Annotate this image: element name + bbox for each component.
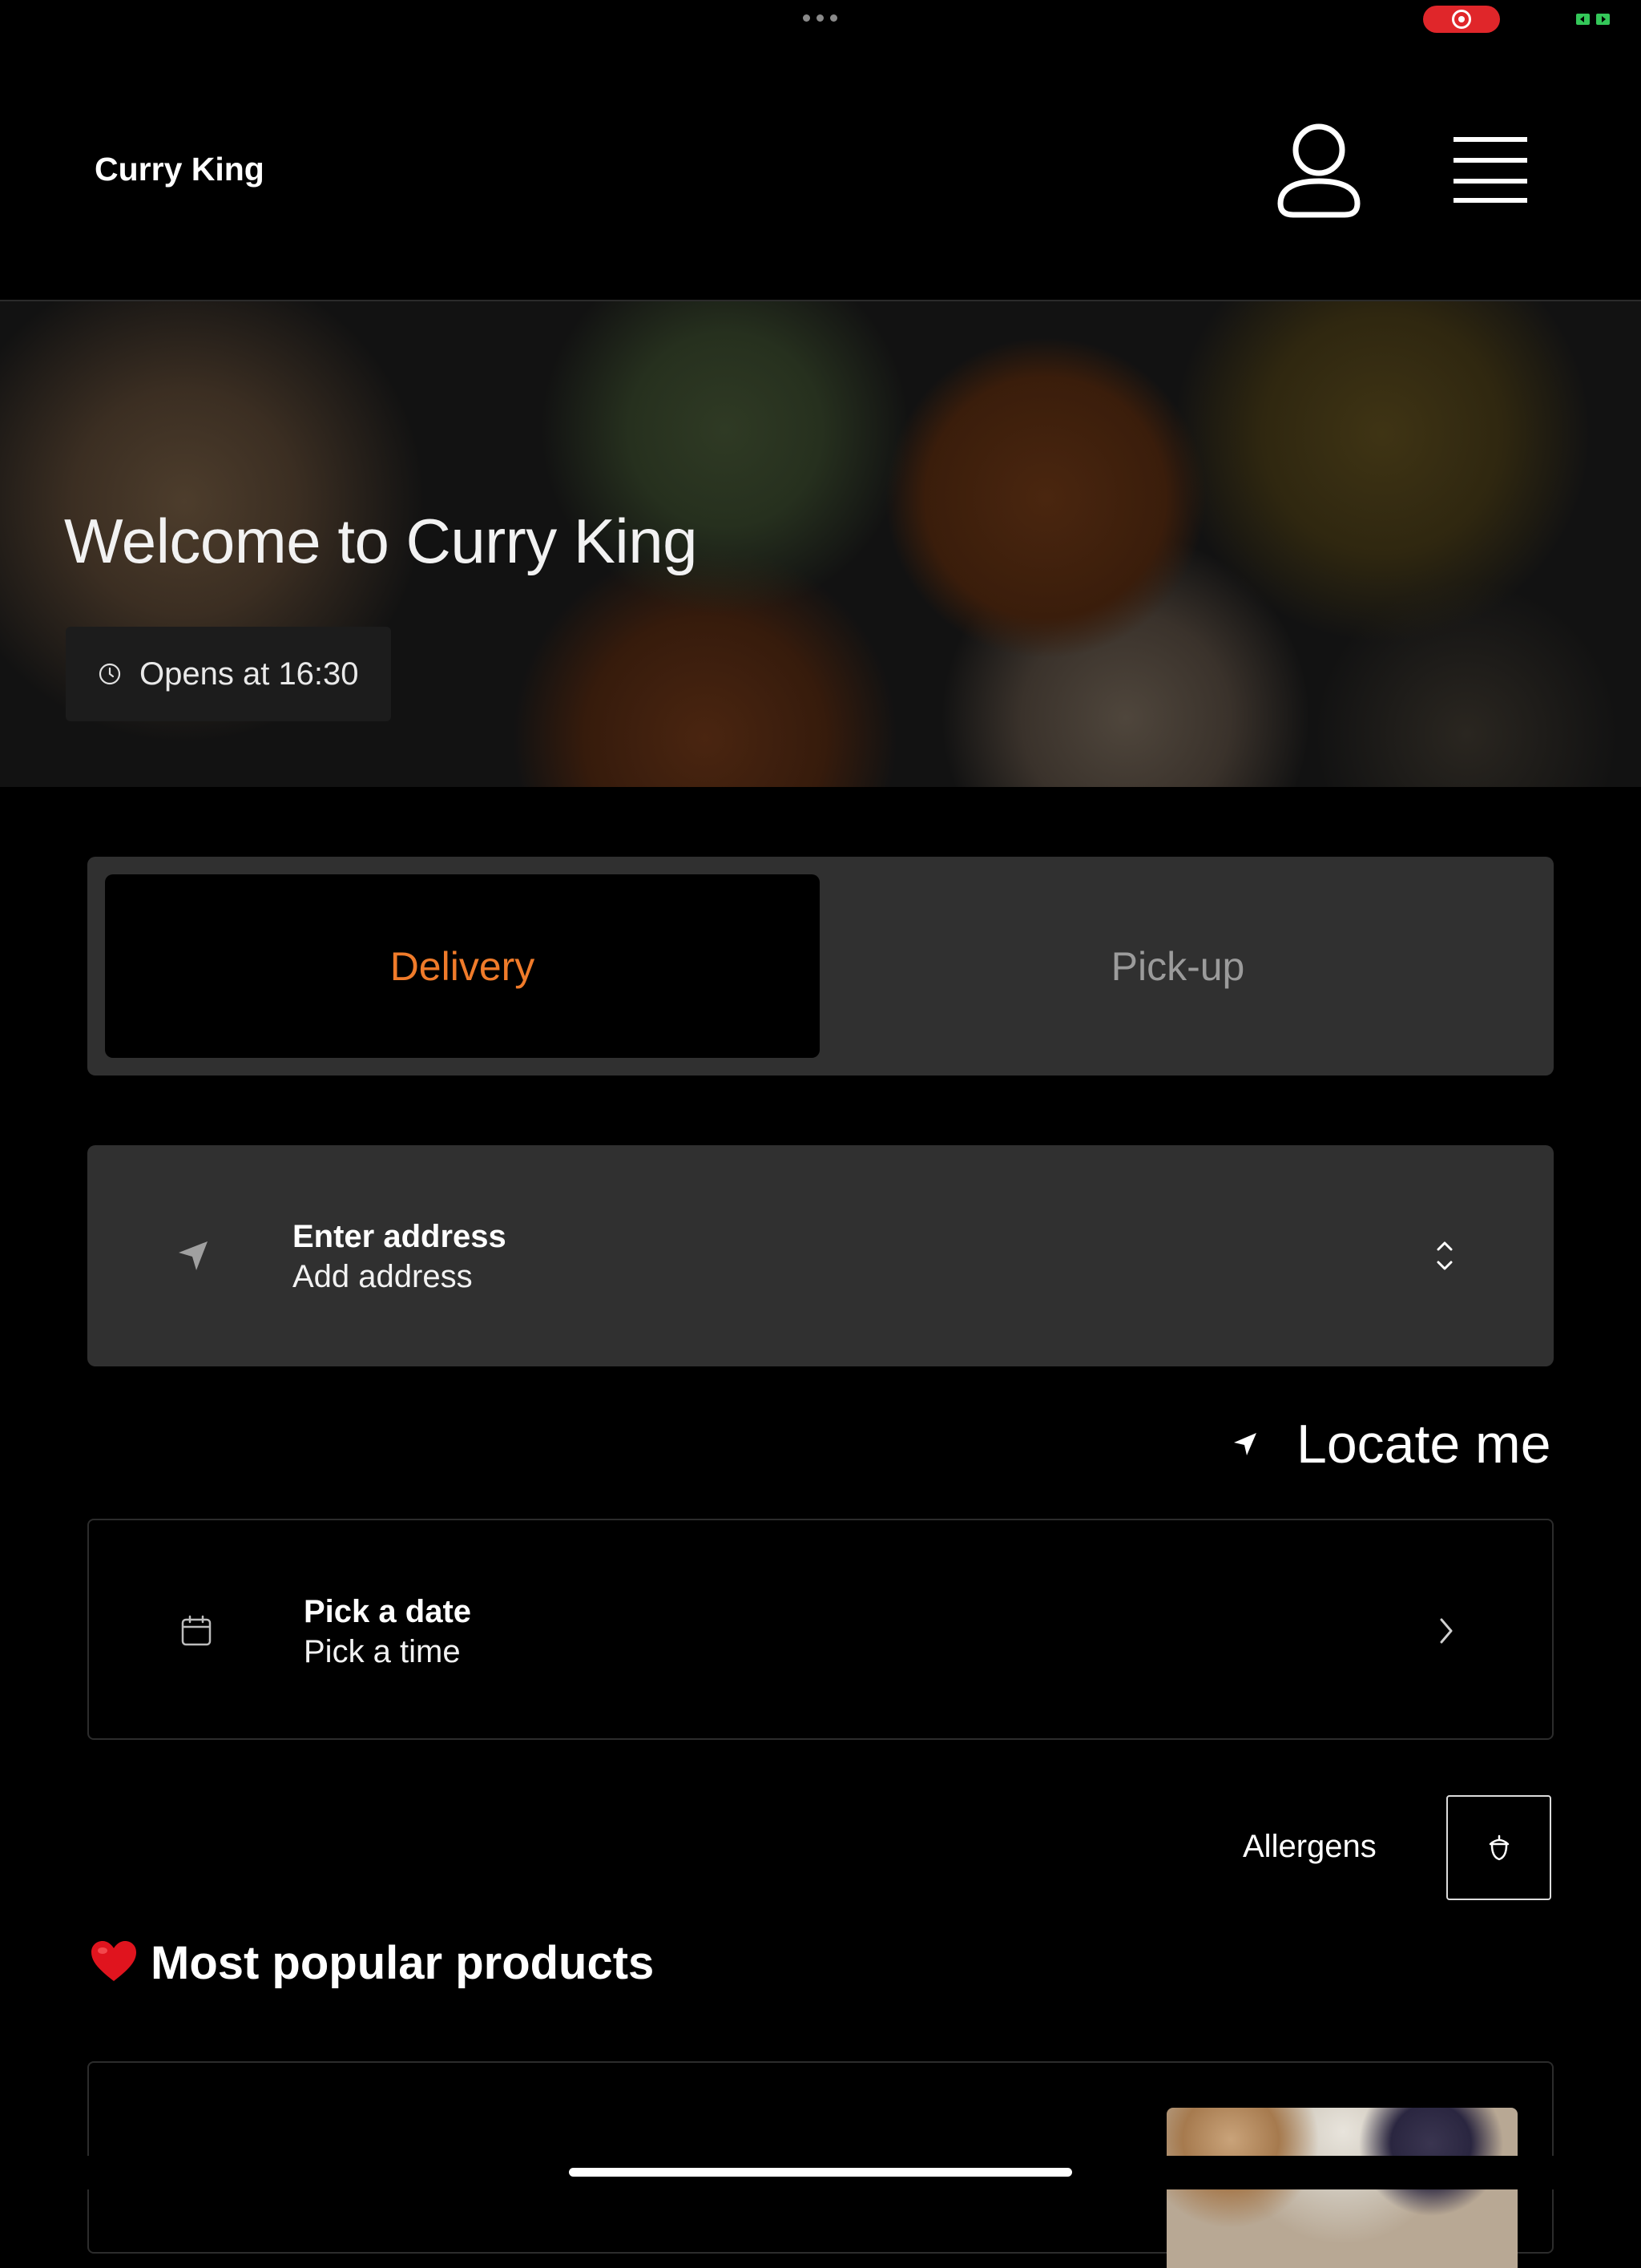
person-icon[interactable] [1274,120,1364,221]
multitasking-dots[interactable] [803,14,837,22]
opening-time-badge: Opens at 16:30 [66,627,391,721]
battery-icon [1576,14,1610,25]
chevron-up-down-icon [1437,1241,1453,1270]
hero-title: Welcome to Curry King [64,506,698,576]
brand-logo-text[interactable]: Curry King [95,151,264,188]
date-time-picker[interactable]: Pick a date Pick a time [87,1519,1554,1740]
home-indicator[interactable] [569,2168,1072,2177]
allergen-nut-icon [1489,1834,1509,1860]
opening-time-text: Opens at 16:30 [139,656,359,692]
locate-me-label: Locate me [1296,1414,1551,1475]
allergens-label: Allergens [1243,1829,1377,1864]
pickup-tab[interactable]: Pick-up [820,874,1536,1058]
hamburger-menu-icon[interactable] [1449,132,1532,208]
location-arrow-icon [1234,1433,1256,1455]
screen-recording-indicator [1423,6,1500,33]
section-title: Most popular products [151,1937,655,1989]
location-arrow-icon [179,1241,208,1270]
address-selector[interactable]: Enter address Add address [87,1145,1554,1366]
date-title: Pick a date [304,1594,472,1629]
clock-icon [99,663,121,685]
chevron-right-icon [1440,1618,1453,1644]
delivery-tab[interactable]: Delivery [105,874,820,1058]
heart-icon [91,1941,136,1981]
order-mode-toggle: Delivery Pick-up [87,857,1554,1075]
allergens-button[interactable] [1446,1795,1551,1900]
time-subtitle: Pick a time [304,1634,461,1669]
address-subtitle: Add address [292,1259,473,1294]
calendar-icon [181,1615,212,1646]
locate-me-button[interactable]: Locate me [1232,1412,1551,1476]
record-icon [1452,10,1471,29]
address-title: Enter address [292,1219,506,1254]
